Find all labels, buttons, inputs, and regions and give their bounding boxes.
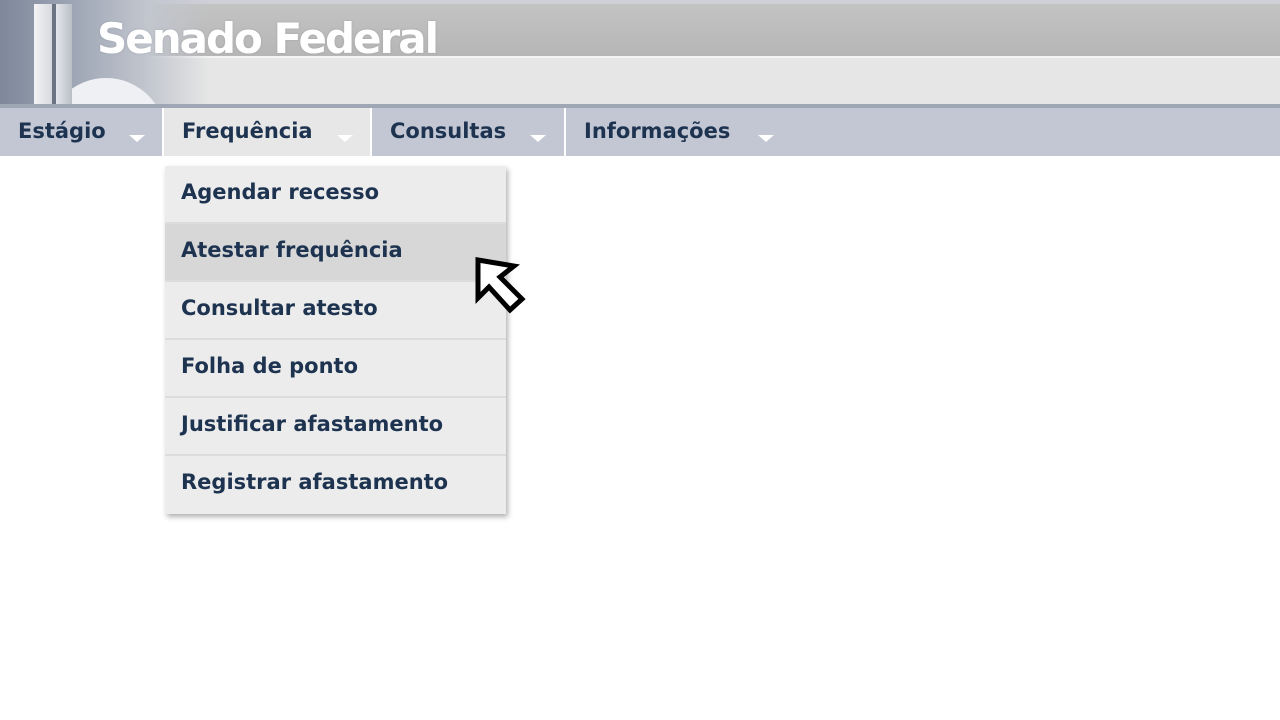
menu-item-registrar-afastamento[interactable]: Registrar afastamento xyxy=(165,456,506,512)
menu-item-label: Folha de ponto xyxy=(181,354,359,378)
menu-item-label: Registrar afastamento xyxy=(181,470,449,494)
menu-item-label: Agendar recesso xyxy=(181,180,380,204)
frequencia-dropdown-menu: Agendar recesso Atestar frequência Consu… xyxy=(165,166,506,514)
menu-item-consultar-atesto[interactable]: Consultar atesto xyxy=(165,282,506,340)
dropdown-arrow-icon xyxy=(129,135,145,142)
menu-item-label: Justificar afastamento xyxy=(181,412,444,436)
nav-item-informacoes[interactable]: Informações xyxy=(566,108,778,156)
nav-item-label: Consultas xyxy=(390,119,507,143)
menu-item-atestar-frequencia[interactable]: Atestar frequência xyxy=(165,224,506,282)
main-nav: Estágio Frequência Consultas Informações xyxy=(0,108,1280,156)
nav-item-label: Estágio xyxy=(18,119,106,143)
menu-item-agendar-recesso[interactable]: Agendar recesso xyxy=(165,166,506,224)
nav-item-frequencia[interactable]: Frequência xyxy=(164,108,370,156)
site-header: Senado Federal xyxy=(0,0,1280,108)
menu-item-label: Atestar frequência xyxy=(181,238,403,262)
tower-shape xyxy=(34,4,52,104)
nav-item-estagio[interactable]: Estágio xyxy=(0,108,162,156)
menu-item-label: Consultar atesto xyxy=(181,296,378,320)
nav-item-label: Frequência xyxy=(182,119,313,143)
mouse-pointer-icon xyxy=(475,257,526,314)
dropdown-arrow-icon xyxy=(337,135,353,142)
nav-item-consultas[interactable]: Consultas xyxy=(372,108,564,156)
tower-shape xyxy=(56,4,72,104)
nav-item-label: Informações xyxy=(584,119,731,143)
menu-item-folha-de-ponto[interactable]: Folha de ponto xyxy=(165,340,506,398)
dropdown-arrow-icon xyxy=(530,135,546,142)
dropdown-arrow-icon xyxy=(758,135,774,142)
menu-item-justificar-afastamento[interactable]: Justificar afastamento xyxy=(165,398,506,456)
site-title[interactable]: Senado Federal xyxy=(97,14,439,64)
